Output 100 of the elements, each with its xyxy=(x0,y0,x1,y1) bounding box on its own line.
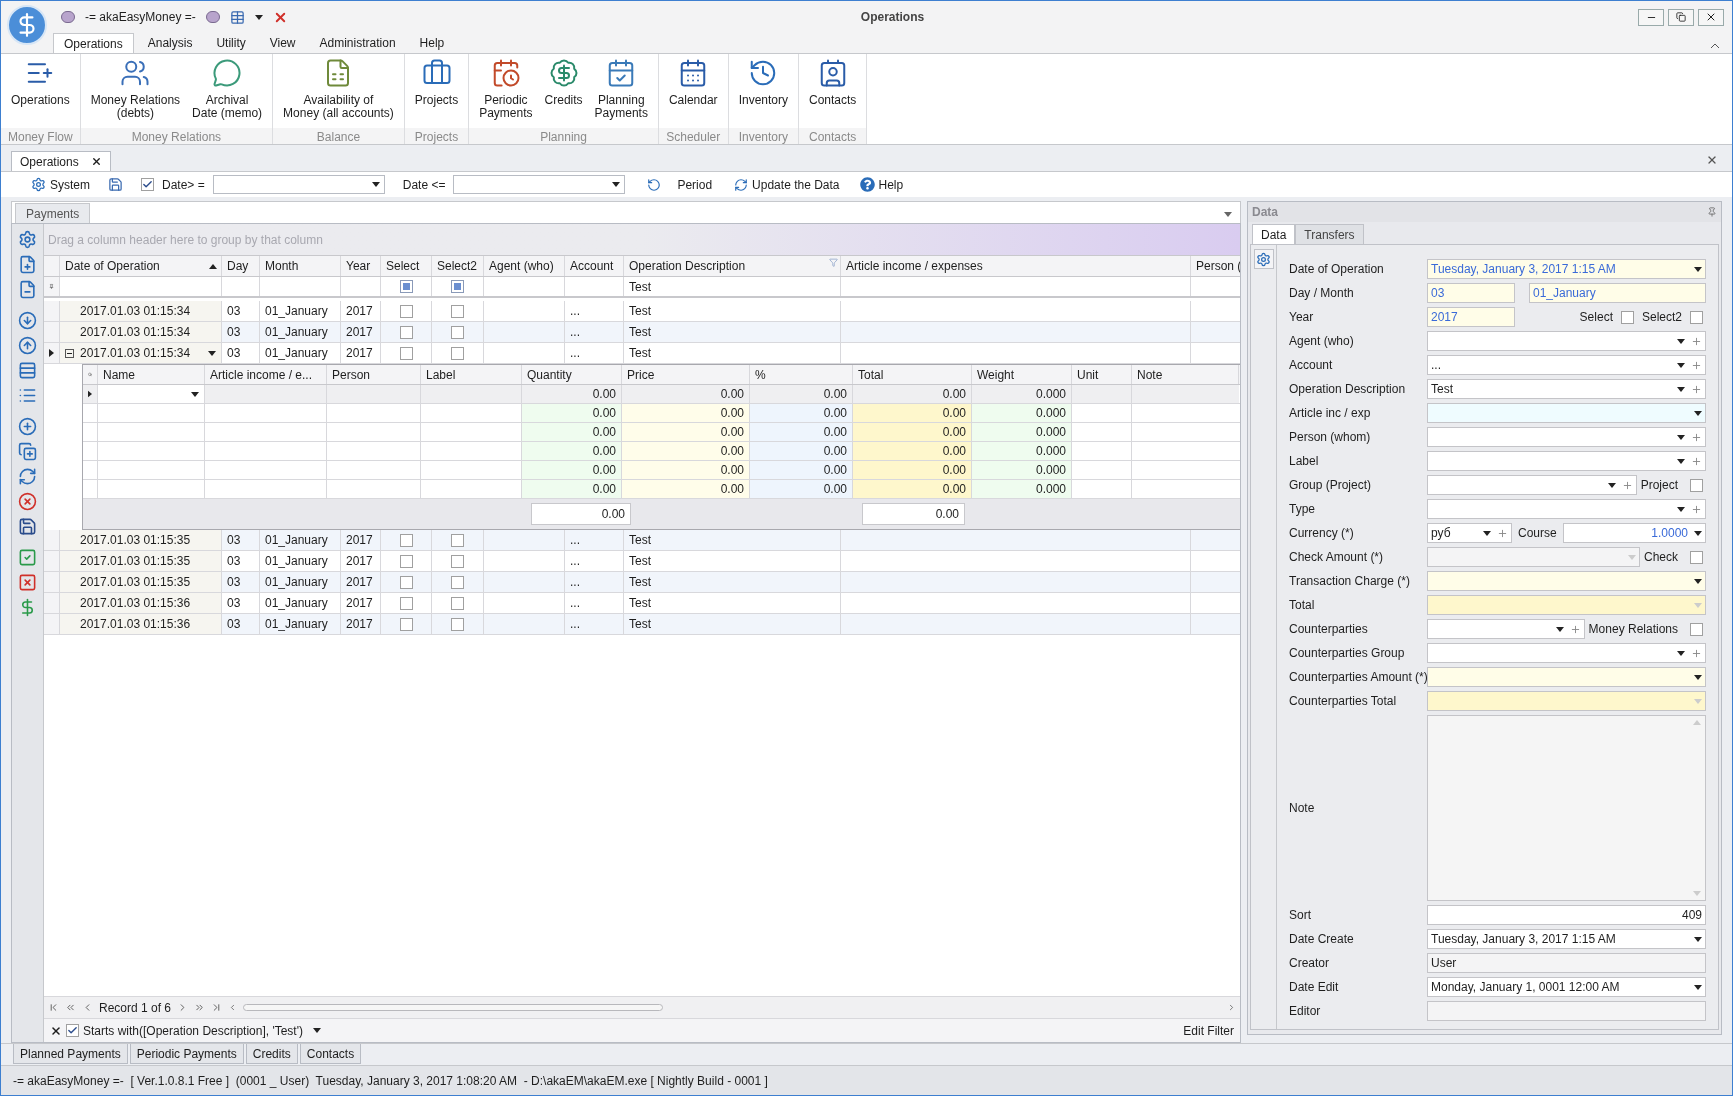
rows-icon[interactable] xyxy=(18,361,37,380)
confirm-icon[interactable] xyxy=(18,548,37,567)
refresh-icon[interactable] xyxy=(18,467,37,486)
plus-icon[interactable] xyxy=(1691,359,1702,371)
ribbon-button[interactable]: Projects xyxy=(408,54,465,128)
panel-tab[interactable]: Transfers xyxy=(1295,224,1364,244)
checkbox[interactable] xyxy=(451,325,464,339)
checkbox[interactable] xyxy=(451,304,464,318)
combo-field[interactable] xyxy=(1427,403,1706,423)
clear-filter-icon[interactable] xyxy=(50,1024,62,1037)
add-icon[interactable] xyxy=(18,417,37,436)
first-record-icon[interactable] xyxy=(48,1002,59,1013)
app-logo[interactable] xyxy=(7,5,47,45)
checkbox[interactable] xyxy=(1690,310,1703,324)
combo-field[interactable] xyxy=(1427,427,1706,447)
ribbon-button[interactable]: Operations xyxy=(5,54,76,128)
sort-field[interactable]: 409 xyxy=(1427,905,1706,925)
checkbox[interactable] xyxy=(451,575,464,589)
plus-icon[interactable] xyxy=(1691,647,1702,659)
date-field[interactable]: Tuesday, January 3, 2017 1:15 AM xyxy=(1427,259,1706,279)
combo-field[interactable] xyxy=(1427,619,1585,639)
collapse-ribbon-icon[interactable] xyxy=(1710,43,1720,49)
checkbox[interactable] xyxy=(399,325,413,339)
combo-field[interactable]: ... xyxy=(1427,355,1706,375)
pin-icon[interactable] xyxy=(1707,207,1717,217)
document-tab[interactable]: Operations xyxy=(11,151,111,171)
delete-icon[interactable] xyxy=(18,492,37,511)
bottom-tab[interactable]: Contacts xyxy=(299,1044,362,1064)
checkbox[interactable] xyxy=(451,280,464,293)
currency-field[interactable]: руб xyxy=(1427,523,1512,543)
combo-field[interactable] xyxy=(1427,571,1706,591)
next-page-icon[interactable] xyxy=(194,1002,206,1013)
checkbox[interactable] xyxy=(1620,310,1634,324)
plus-icon[interactable] xyxy=(1691,431,1702,443)
checkbox[interactable] xyxy=(399,280,413,293)
ribbon-tab[interactable]: Help xyxy=(409,33,455,53)
checkbox[interactable] xyxy=(399,575,413,589)
close-icon[interactable] xyxy=(1706,154,1718,166)
checkbox[interactable] xyxy=(141,178,154,191)
panel-tab[interactable]: Data xyxy=(1252,224,1296,244)
ribbon-button[interactable]: Periodic Payments xyxy=(473,54,539,128)
payments-tab[interactable]: Payments xyxy=(15,203,91,223)
close-icon[interactable] xyxy=(90,156,102,167)
close-button[interactable] xyxy=(1698,8,1724,26)
ribbon-button[interactable]: Money Relations (debts) xyxy=(84,54,187,128)
ribbon-button[interactable]: Credits xyxy=(538,54,589,128)
combo-field[interactable]: Test xyxy=(1427,379,1706,399)
checkbox[interactable] xyxy=(451,533,464,547)
ribbon-tab[interactable]: Operations xyxy=(53,33,134,53)
column-header[interactable]: Select2 xyxy=(432,256,484,276)
date-field[interactable]: Tuesday, January 3, 2017 1:15 AM xyxy=(1427,929,1706,949)
save-icon[interactable] xyxy=(108,177,123,192)
combo-field[interactable] xyxy=(1427,499,1706,519)
checkbox[interactable] xyxy=(399,533,413,547)
remove-document-icon[interactable] xyxy=(18,280,37,299)
column-header[interactable]: Date of Operation xyxy=(60,256,222,276)
date-to-field[interactable] xyxy=(453,175,626,194)
checkbox[interactable] xyxy=(399,617,413,631)
system-button[interactable]: System xyxy=(31,175,90,194)
settings-icon[interactable] xyxy=(18,230,37,249)
column-header[interactable]: Day xyxy=(222,256,260,276)
checkbox[interactable] xyxy=(1690,622,1703,636)
add-document-icon[interactable] xyxy=(18,255,37,274)
column-header[interactable]: Account xyxy=(565,256,624,276)
checkbox[interactable] xyxy=(399,346,413,360)
checkbox[interactable] xyxy=(66,1024,79,1037)
collapse-icon[interactable] xyxy=(65,348,74,358)
ribbon-button[interactable]: Archival Date (memo) xyxy=(186,54,269,128)
checkbox[interactable] xyxy=(1690,550,1703,564)
column-header[interactable]: Year xyxy=(341,256,381,276)
checkbox[interactable] xyxy=(399,304,413,318)
restore-button[interactable] xyxy=(1668,8,1694,26)
ribbon-tab[interactable]: Administration xyxy=(309,33,406,53)
ribbon-tab[interactable]: View xyxy=(259,33,306,53)
day-field[interactable]: 03 xyxy=(1427,283,1515,303)
checkbox[interactable] xyxy=(451,554,464,568)
bottom-tab[interactable]: Periodic Payments xyxy=(129,1044,244,1064)
combo-field[interactable] xyxy=(1427,643,1706,663)
ribbon-tab[interactable]: Analysis xyxy=(137,33,203,53)
help-button[interactable]: Help xyxy=(859,175,904,194)
previous-page-icon[interactable] xyxy=(65,1002,76,1013)
checkbox[interactable] xyxy=(451,596,464,610)
date-from-field[interactable] xyxy=(212,175,385,194)
column-header[interactable]: Operation Description xyxy=(624,256,841,276)
ribbon-button[interactable]: Availability of Money (all accounts) xyxy=(277,54,400,128)
save-icon[interactable] xyxy=(18,517,37,536)
ribbon-button[interactable]: Calendar xyxy=(662,54,724,128)
layout-icon[interactable] xyxy=(229,9,245,25)
checkbox[interactable] xyxy=(399,554,413,568)
checkbox[interactable] xyxy=(399,596,413,610)
ribbon-button[interactable]: Inventory xyxy=(732,54,794,128)
column-header[interactable]: Select xyxy=(381,256,432,276)
year-field[interactable]: 2017 xyxy=(1427,307,1515,327)
plus-icon[interactable] xyxy=(1691,335,1702,347)
column-header[interactable]: Agent (who) xyxy=(484,256,565,276)
column-header[interactable]: Article income / expenses xyxy=(841,256,1191,276)
date-field[interactable]: Monday, January 1, 0001 12:00 AM xyxy=(1427,977,1706,997)
update-button[interactable]: Update the Data xyxy=(734,175,840,194)
reset-icon[interactable] xyxy=(647,177,662,192)
arrow-up-icon[interactable] xyxy=(18,336,37,355)
